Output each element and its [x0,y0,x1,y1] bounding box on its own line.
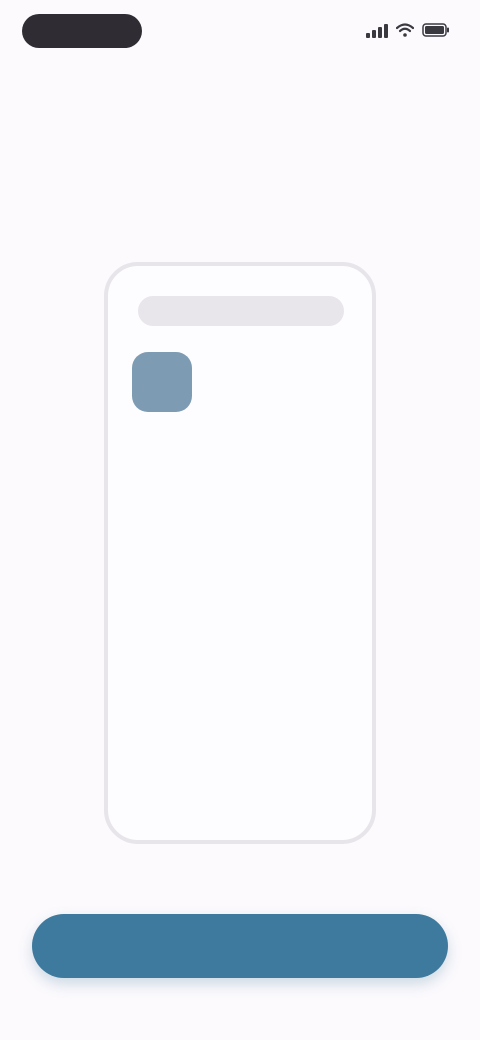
phone-illustration [104,262,376,844]
status-time [22,14,142,48]
illustration-search-bar [138,296,344,326]
battery-icon [422,23,450,37]
wifi-icon [396,23,414,37]
continue-button[interactable] [32,914,448,978]
onboarding-screen [0,0,480,1040]
app-icon [132,352,192,412]
status-icons [366,22,450,38]
status-bar [0,0,480,64]
signal-icon [366,22,388,38]
